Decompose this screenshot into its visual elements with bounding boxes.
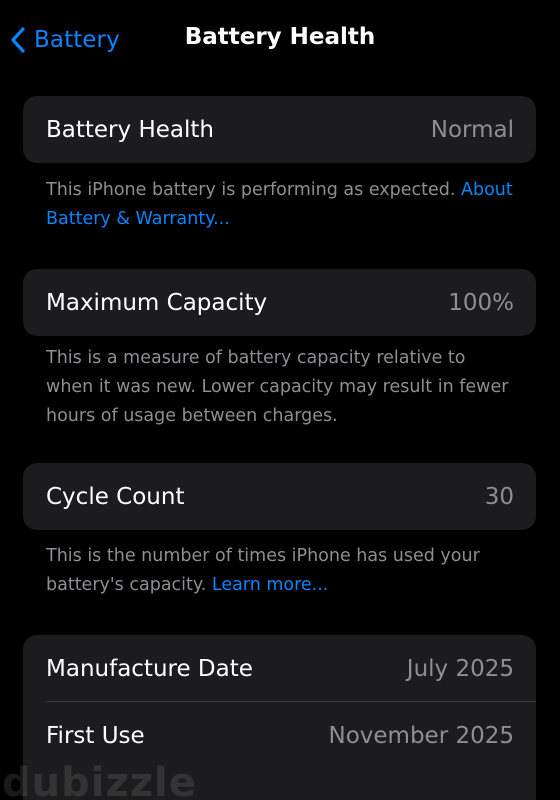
maximum-capacity-row: Maximum Capacity 100%	[23, 269, 536, 336]
cycle-count-label: Cycle Count	[46, 483, 185, 510]
battery-health-screen: Battery Battery Health Battery Health No…	[0, 0, 560, 800]
battery-health-label: Battery Health	[46, 116, 214, 143]
manufacture-date-value: July 2025	[406, 655, 514, 682]
manufacture-date-label: Manufacture Date	[46, 655, 253, 682]
battery-health-row: Battery Health Normal	[23, 96, 536, 163]
cycle-count-row: Cycle Count 30	[23, 463, 536, 530]
battery-health-value: Normal	[430, 116, 514, 143]
battery-health-footnote: This iPhone battery is performing as exp…	[46, 176, 516, 234]
first-use-row: First Use November 2025	[23, 702, 536, 769]
first-use-value: November 2025	[328, 722, 515, 749]
navigation-bar: Battery Battery Health	[0, 0, 560, 80]
battery-health-card: Battery Health Normal	[23, 96, 536, 163]
cycle-count-card: Cycle Count 30	[23, 463, 536, 530]
maximum-capacity-footnote: This is a measure of battery capacity re…	[46, 348, 509, 426]
maximum-capacity-label: Maximum Capacity	[46, 289, 268, 316]
learn-more-link[interactable]: Learn more...	[212, 575, 329, 595]
watermark-logo: dubizzle	[2, 760, 197, 800]
manufacture-date-row: Manufacture Date July 2025	[23, 635, 536, 702]
first-use-label: First Use	[46, 722, 145, 749]
maximum-capacity-value: 100%	[448, 289, 514, 316]
battery-health-footnote-text: This iPhone battery is performing as exp…	[46, 180, 462, 200]
cycle-count-footnote: This is the number of times iPhone has u…	[46, 542, 516, 600]
page-title: Battery Health	[184, 24, 376, 50]
cycle-count-value: 30	[484, 483, 514, 510]
maximum-capacity-card: Maximum Capacity 100%	[23, 269, 536, 336]
